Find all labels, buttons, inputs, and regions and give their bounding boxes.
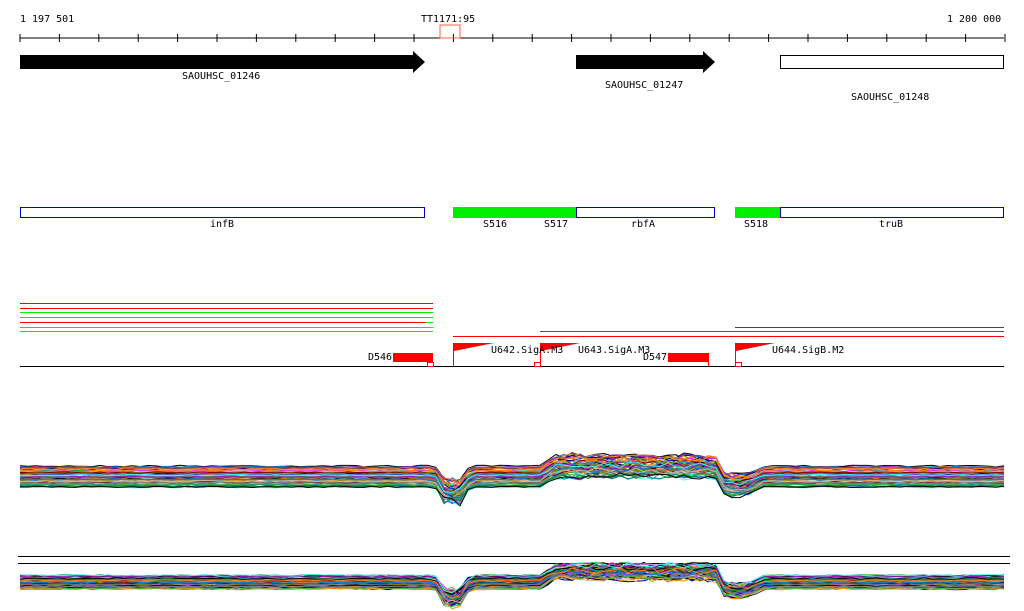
expression-profile-track-1 xyxy=(19,452,1005,507)
feature-infB[interactable] xyxy=(20,207,425,218)
promoter-U644 xyxy=(736,343,775,351)
element-D546-marker xyxy=(427,362,434,367)
element-label[interactable]: D547 xyxy=(643,352,667,363)
feature-S518[interactable] xyxy=(735,207,780,218)
element-label[interactable]: D546 xyxy=(368,352,392,363)
ruler-end-label: 1 200 000 xyxy=(947,14,1002,25)
feature-rbfA[interactable] xyxy=(576,207,715,218)
gene-arrow-SAOUHSC_01246[interactable] xyxy=(20,51,425,73)
gene-label[interactable]: SAOUHSC_01247 xyxy=(605,80,683,91)
feature-label[interactable]: S518 xyxy=(744,219,768,230)
ruler-axis xyxy=(19,34,1006,42)
gene-box-SAOUHSC_01248[interactable] xyxy=(780,55,1004,69)
gene-arrow-SAOUHSC_01247[interactable] xyxy=(576,51,715,73)
gene-label[interactable]: SAOUHSC_01246 xyxy=(182,71,260,82)
element-label[interactable]: U644.SigB.M2 xyxy=(772,345,844,356)
element-label[interactable]: U642.SigA.M3 xyxy=(491,345,563,356)
ruler-start-label: 1 197 501 xyxy=(20,14,75,25)
expression-profile-track-2 xyxy=(18,556,1010,610)
feature-label[interactable]: S516 xyxy=(483,219,507,230)
read-lines xyxy=(20,303,1004,337)
cursor-marker[interactable] xyxy=(439,24,461,39)
feature-label[interactable]: truB xyxy=(879,219,903,230)
gene-label[interactable]: SAOUHSC_01248 xyxy=(851,92,929,103)
element-D546 xyxy=(393,353,433,362)
element-label[interactable]: U643.SigA.M3 xyxy=(578,345,650,356)
feature-truB[interactable] xyxy=(780,207,1004,218)
promoter-U642 xyxy=(454,343,494,351)
element-D547 xyxy=(668,353,708,362)
feature-label[interactable]: S517 xyxy=(544,219,568,230)
cursor-label: TT1171:95 xyxy=(421,14,476,25)
feature-label[interactable]: rbfA xyxy=(631,219,655,230)
feature-S516-S517[interactable] xyxy=(453,207,576,218)
feature-label[interactable]: infB xyxy=(210,219,234,230)
